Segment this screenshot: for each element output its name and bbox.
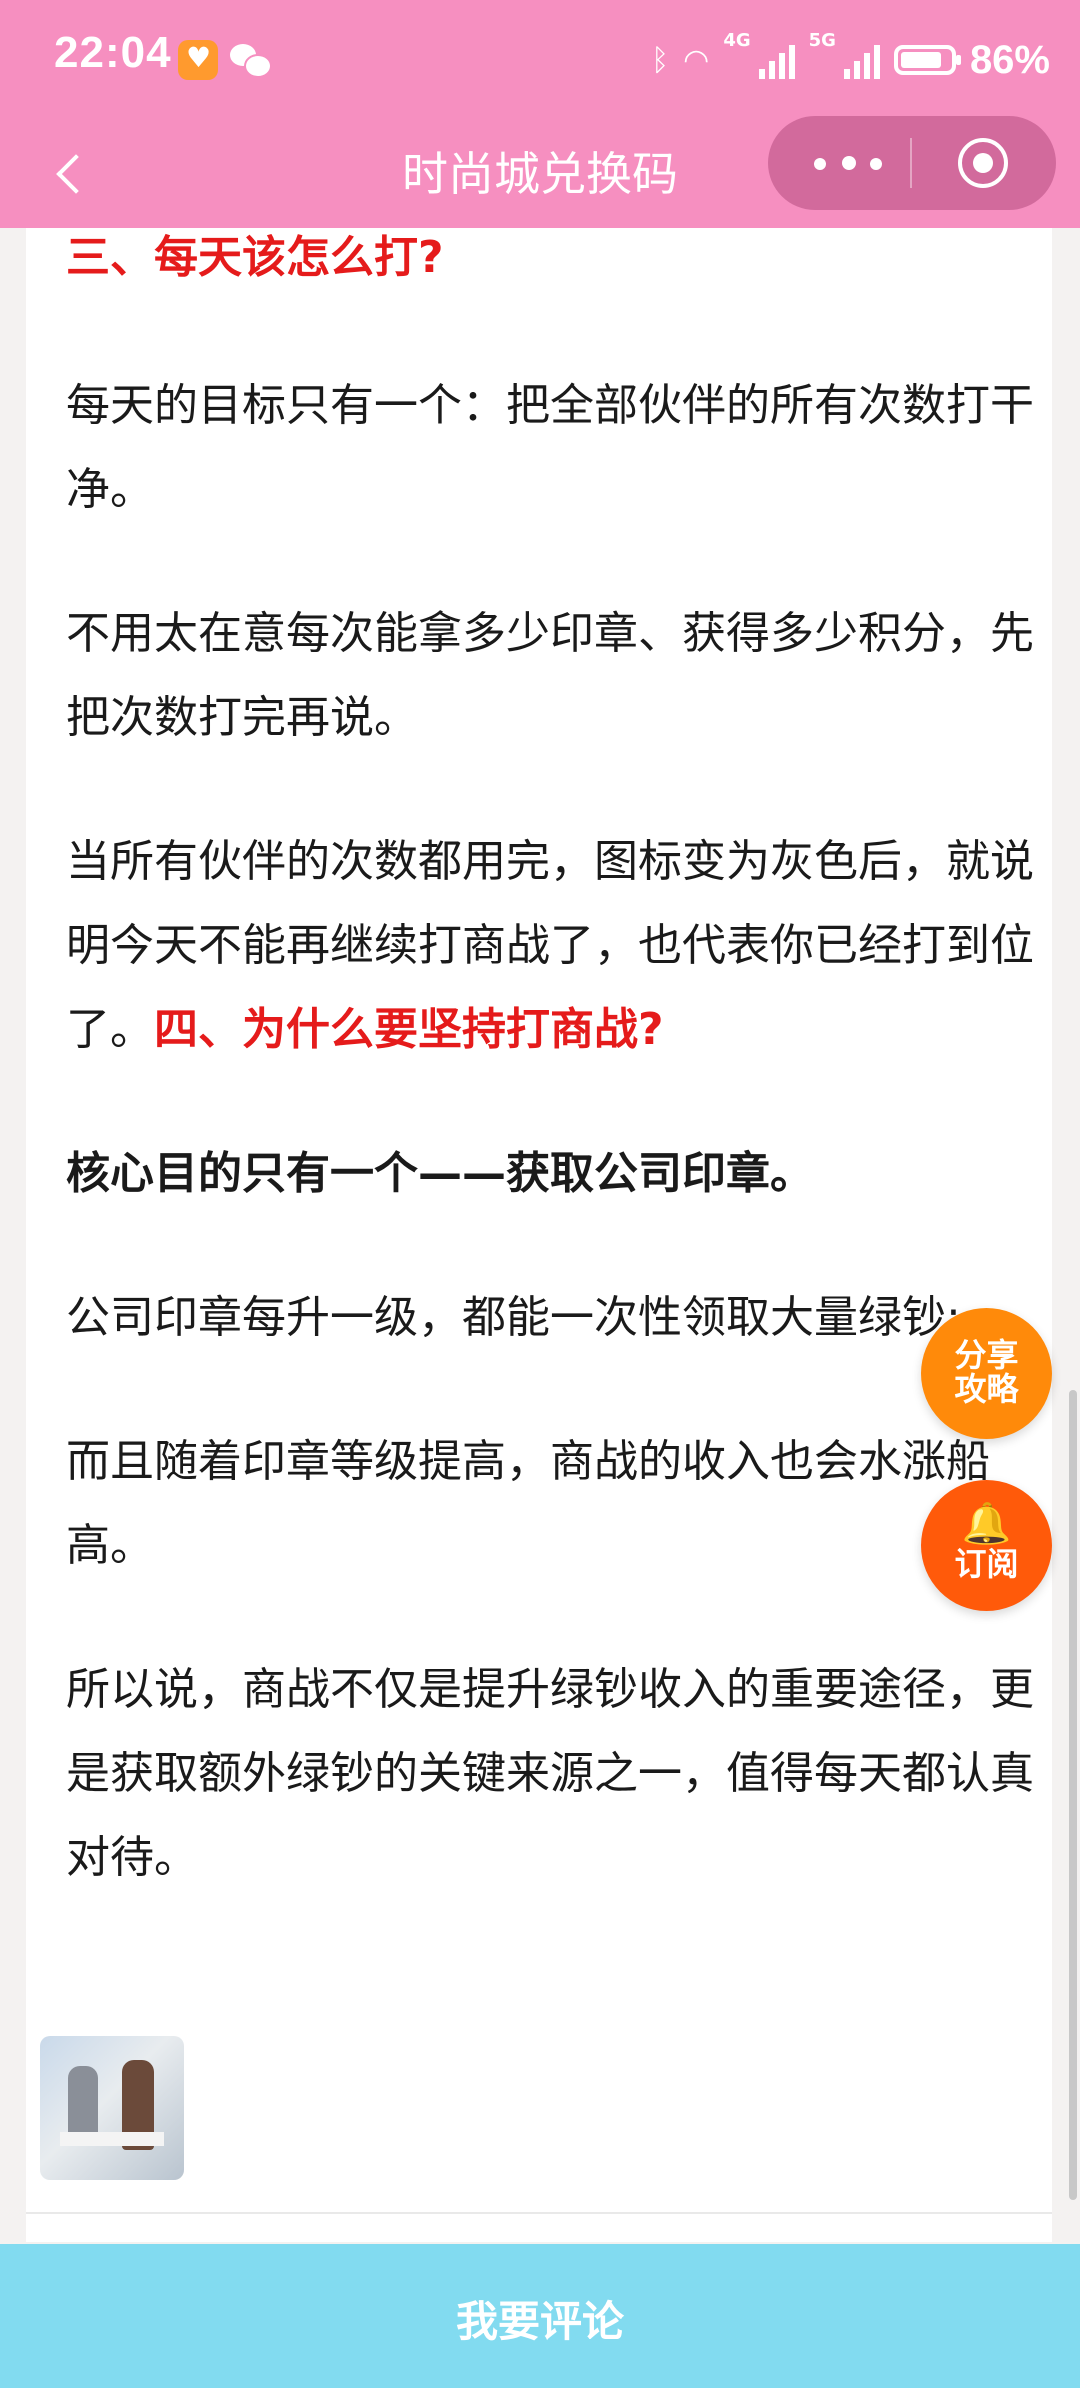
- close-target-icon[interactable]: [958, 138, 1008, 188]
- comment-button-label: 我要评论: [455, 2297, 624, 2346]
- network-5g-label: 5G: [808, 30, 836, 51]
- article-image[interactable]: [40, 2036, 184, 2180]
- heart-app-icon: [178, 40, 218, 80]
- capsule-divider: [910, 138, 912, 188]
- paragraph: 而且随着印章等级提高，商战的收入也会水涨船高。: [66, 1436, 990, 1571]
- image-table: [60, 2132, 164, 2146]
- paragraph: 所以说，商战不仅是提升绿钞收入的重要途径，更是获取额外绿钞的关键来源之一，值得每…: [66, 1664, 1034, 1883]
- system-icons: ᛒ ◠ 4G 5G 86%: [651, 30, 1050, 90]
- network-4g-label: 4G: [723, 30, 751, 51]
- signal-icon: [758, 41, 795, 79]
- battery-icon: [893, 45, 961, 75]
- share-guide-label: 分享攻略: [954, 1336, 1019, 1408]
- wechat-icon: [230, 40, 272, 80]
- subscribe-label: 订阅: [954, 1545, 1019, 1583]
- paragraph: 公司印章每升一级，都能一次性领取大量绿钞;: [66, 1292, 961, 1343]
- subscribe-button[interactable]: 🔔 订阅: [921, 1480, 1052, 1611]
- section-heading-4: 四、为什么要坚持打商战?: [154, 1004, 664, 1055]
- share-guide-button[interactable]: 分享攻略: [921, 1308, 1052, 1439]
- clock: 22:04: [54, 28, 172, 77]
- section-heading-3: 三、每天该怎么打?: [66, 232, 444, 283]
- status-bar: 22:04 ᛒ ◠ 4G 5G 86%: [0, 0, 1080, 120]
- bold-paragraph: 核心目的只有一个——获取公司印章。: [66, 1148, 814, 1199]
- more-dots-icon[interactable]: [808, 140, 888, 186]
- battery-percent: 86%: [969, 37, 1050, 82]
- divider: [26, 2212, 1052, 2214]
- bell-icon: 🔔: [961, 1501, 1012, 1547]
- paragraph: 不用太在意每次能拿多少印章、获得多少积分，先把次数打完再说。: [66, 608, 1034, 743]
- bluetooth-icon: ᛒ: [651, 42, 670, 78]
- miniprogram-capsule: [768, 116, 1056, 210]
- article-card: 三、每天该怎么打? 每天的目标只有一个：把全部伙伴的所有次数打干净。 不用太在意…: [26, 228, 1052, 2242]
- battery-level-fill: [900, 52, 941, 68]
- paragraph: 每天的目标只有一个：把全部伙伴的所有次数打干净。: [66, 380, 1034, 515]
- wifi-icon: ◠: [683, 42, 710, 78]
- scrollbar[interactable]: [1069, 1390, 1077, 2200]
- comment-bar[interactable]: 我要评论: [0, 2244, 1080, 2388]
- article-body: 三、每天该怎么打? 每天的目标只有一个：把全部伙伴的所有次数打干净。 不用太在意…: [66, 228, 1036, 1900]
- paragraph-with-heading: 当所有伙伴的次数都用完，图标变为灰色后，就说明今天不能再继续打商战了，也代表你已…: [66, 820, 1036, 1072]
- signal-icon: [843, 41, 880, 79]
